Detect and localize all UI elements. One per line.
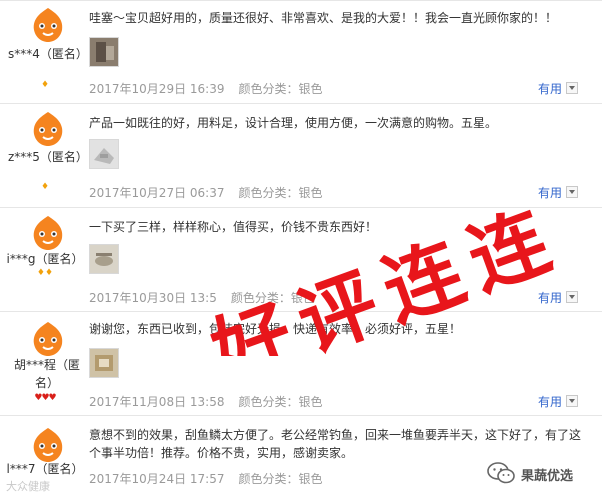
review-sku: 颜色分类：银色	[230, 291, 315, 305]
avatar-icon	[33, 428, 63, 462]
review-photo[interactable]	[89, 139, 119, 169]
review-item: s***4（匿名） ♦ 哇塞～宝贝超好用的，质量还很好、非常喜欢、是我的大爱！！…	[0, 0, 602, 104]
photo-thumbnail-icon	[90, 349, 118, 377]
useful-button[interactable]: 有用	[538, 80, 562, 97]
review-sku: 颜色分类：银色	[238, 82, 323, 96]
avatar-icon	[33, 8, 63, 42]
wechat-icon	[487, 462, 515, 484]
review-meta: 2017年10月29日 16:39 颜色分类：银色	[89, 80, 323, 97]
review-text: 谢谢您，东西已收到，包装完好无损，快递有效率，必须好评，五星！	[89, 322, 462, 336]
useful-button[interactable]: 有用	[538, 184, 562, 201]
useful-dropdown-icon[interactable]	[566, 291, 578, 303]
avatar-icon	[33, 322, 63, 356]
review-sku: 颜色分类：银色	[238, 472, 323, 486]
review-item: z***5（匿名） ♦ 产品一如既往的好，用料足，设计合理，使用方便，一次满意的…	[0, 104, 602, 208]
review-text: 一下买了三样，样样称心，值得买，价钱不贵东西好！	[89, 220, 378, 234]
review-meta: 2017年10月24日 17:57 颜色分类：银色	[89, 470, 323, 487]
reviewer-name[interactable]: s***4（匿名）	[8, 45, 88, 63]
review-date: 2017年10月24日 17:57	[89, 472, 225, 486]
credit-badge: ♦	[40, 182, 50, 192]
review-photo[interactable]	[89, 348, 119, 378]
review-text: 产品一如既往的好，用料足，设计合理，使用方便，一次满意的购物。五星。	[89, 116, 498, 130]
reviewer-name[interactable]: 胡***程（匿名）	[6, 356, 88, 392]
review-sku: 颜色分类：银色	[238, 395, 323, 409]
useful-dropdown-icon[interactable]	[566, 82, 578, 94]
review-sku: 颜色分类：银色	[238, 186, 323, 200]
review-text: 意想不到的效果，刮鱼鳞太方便了。老公经常钓鱼，回来一堆鱼要弄半天，这下好了，有了…	[89, 428, 582, 460]
photo-thumbnail-icon	[90, 140, 118, 168]
source-watermark: 大众健康	[6, 480, 50, 493]
useful-dropdown-icon[interactable]	[566, 186, 578, 198]
review-text: 哇塞～宝贝超好用的，质量还很好、非常喜欢、是我的大爱！！我会一直光顾你家的！！	[89, 11, 558, 25]
review-meta: 2017年11月08日 13:58 颜色分类：银色	[89, 393, 323, 410]
review-date: 2017年10月30日 13:5	[89, 291, 217, 305]
avatar-icon	[33, 216, 63, 250]
review-meta: 2017年10月30日 13:5 颜色分类：银色	[89, 289, 315, 306]
review-item: 胡***程（匿名） ♥♥♥ 谢谢您，东西已收到，包装完好无损，快递有效率，必须好…	[0, 312, 602, 416]
review-item: i***g（匿名） ♦♦ 一下买了三样，样样称心，值得买，价钱不贵东西好！ 20…	[0, 208, 602, 312]
useful-button[interactable]: 有用	[538, 289, 562, 306]
useful-dropdown-icon[interactable]	[566, 395, 578, 407]
photo-thumbnail-icon	[90, 245, 118, 273]
credit-badge: ♥♥♥	[34, 393, 56, 403]
review-photo[interactable]	[89, 244, 119, 274]
review-date: 2017年11月08日 13:58	[89, 395, 225, 409]
photo-thumbnail-icon	[90, 38, 118, 66]
reviewer-name[interactable]: i***g（匿名）	[0, 250, 90, 268]
reviewer-name[interactable]: l***7（匿名）	[0, 460, 90, 478]
reviewer-name[interactable]: z***5（匿名）	[8, 148, 88, 166]
brand-name: 果蔬优选	[521, 469, 574, 484]
review-date: 2017年10月27日 06:37	[89, 186, 225, 200]
review-meta: 2017年10月27日 06:37 颜色分类：银色	[89, 184, 323, 201]
credit-badge: ♦	[40, 80, 50, 90]
review-item: l***7（匿名） 意想不到的效果，刮鱼鳞太方便了。老公经常钓鱼，回来一堆鱼要弄…	[0, 416, 602, 497]
review-photo[interactable]	[89, 37, 119, 67]
review-date: 2017年10月29日 16:39	[89, 82, 225, 96]
credit-badge: ♦♦	[36, 268, 54, 278]
avatar-icon	[33, 112, 63, 146]
useful-button[interactable]: 有用	[538, 393, 562, 410]
